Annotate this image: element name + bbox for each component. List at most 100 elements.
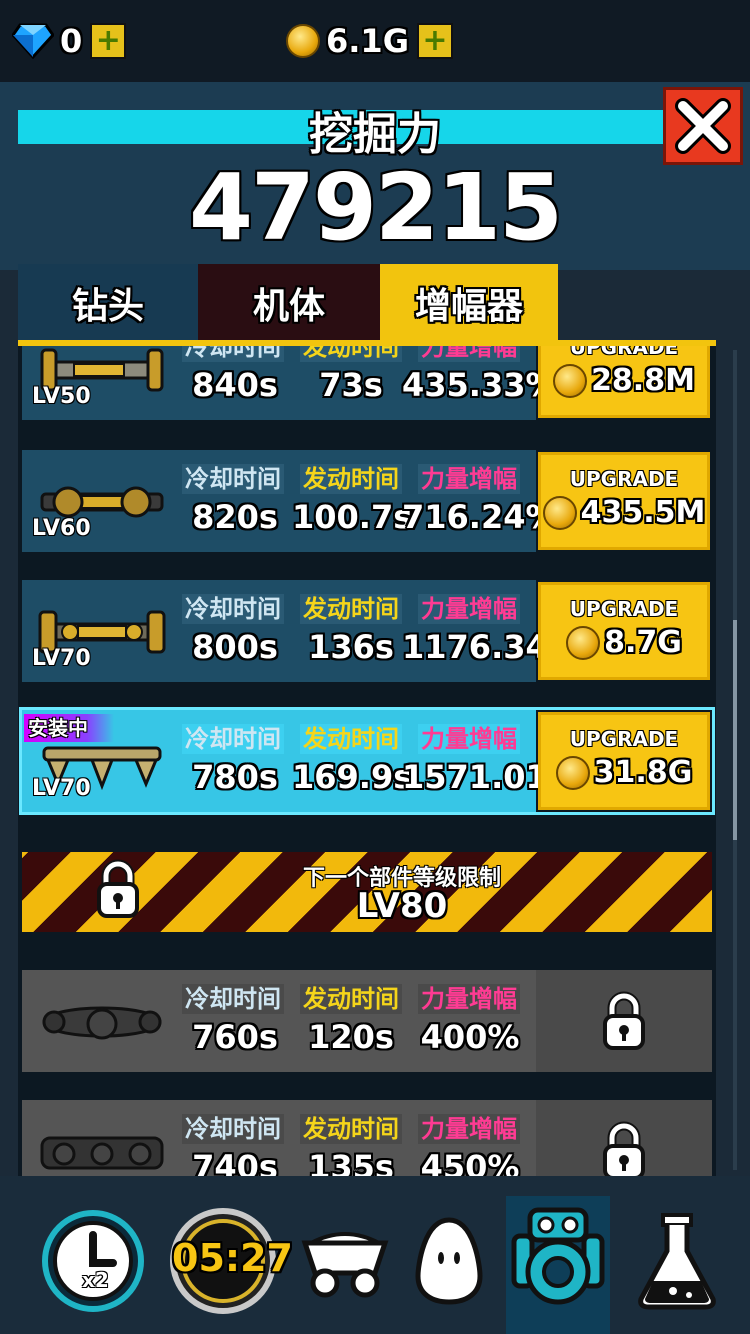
- upgrade-label: UPGRADE: [569, 467, 679, 491]
- lock-icon: [603, 991, 645, 1050]
- minecart-button[interactable]: [290, 1206, 400, 1316]
- gold-coin-icon: [553, 363, 588, 398]
- upgrade-button[interactable]: UPGRADE 8.7G: [538, 582, 710, 680]
- tab-amplifier[interactable]: 增幅器: [380, 264, 558, 342]
- upgrade-button[interactable]: UPGRADE 31.8G: [538, 712, 710, 810]
- gold-coin-icon: [555, 755, 590, 790]
- cooldown-value: 740s: [192, 1148, 278, 1176]
- activation-value: 135s: [308, 1148, 394, 1176]
- upgrade-cost: 8.7G: [604, 625, 682, 660]
- activation-value: 169.9s: [292, 758, 413, 796]
- upgrade-cost: 28.8M: [591, 363, 695, 398]
- close-icon: [675, 98, 731, 154]
- timer-button[interactable]: 05:27: [168, 1206, 293, 1316]
- gold-coin-icon: [542, 495, 577, 530]
- power-value: 450%: [420, 1148, 520, 1176]
- dig-power-value: 479215: [188, 154, 563, 261]
- part-level: LV50: [32, 384, 91, 409]
- cooldown-value: 840s: [192, 366, 278, 404]
- egg-button[interactable]: [394, 1206, 504, 1316]
- power-label: 力量增幅: [418, 1114, 520, 1144]
- close-button[interactable]: [663, 87, 743, 165]
- cooldown-label: 冷却时间: [182, 346, 284, 362]
- part-level: LV70: [32, 646, 91, 671]
- level-limit-banner: 下一个部件等级限制 LV80: [22, 852, 712, 932]
- list-item: LV70 冷却时间 发动时间 力量增幅 800s 136s 1176.34% U…: [22, 580, 712, 682]
- resource-bar: 0 + 6.1G +: [0, 0, 750, 82]
- speed-clock-icon: [42, 1210, 144, 1312]
- cooldown-label: 冷却时间: [182, 594, 284, 624]
- dig-power-header: 挖掘力 479215: [0, 82, 750, 270]
- buy-gold-button[interactable]: +: [416, 23, 453, 59]
- gold-coin-icon: [566, 625, 601, 660]
- speed-multiplier: x2: [82, 1268, 109, 1292]
- activation-label: 发动时间: [300, 346, 402, 362]
- lock-icon: [603, 1121, 645, 1176]
- cooldown-value: 760s: [192, 1018, 278, 1056]
- research-button[interactable]: [622, 1206, 732, 1316]
- gold-coin-icon: [286, 24, 320, 58]
- upgrade-cost: 435.5M: [580, 495, 706, 530]
- power-value: 716.24%: [402, 498, 558, 536]
- upgrade-button[interactable]: UPGRADE 28.8M: [538, 346, 710, 418]
- activation-label: 发动时间: [300, 464, 402, 494]
- level-limit-value: LV80: [356, 886, 448, 926]
- amplifier-list[interactable]: LV50 冷却时间 发动时间 力量增幅 840s 73s 435.33% UPG…: [18, 346, 716, 1176]
- amplifier-part-icon: [40, 1136, 164, 1170]
- cooldown-value: 800s: [192, 628, 278, 666]
- scroll-thumb[interactable]: [733, 620, 737, 840]
- activation-value: 73s: [319, 366, 383, 404]
- upgrade-button[interactable]: UPGRADE 435.5M: [538, 452, 710, 550]
- power-label: 力量增幅: [418, 984, 520, 1014]
- diamond-icon: [12, 23, 54, 59]
- upgrade-label: UPGRADE: [569, 346, 679, 359]
- activation-value: 100.7s: [292, 498, 413, 536]
- drill-machine-button[interactable]: [503, 1206, 613, 1316]
- power-value: 400%: [420, 1018, 520, 1056]
- power-value: 1571.01%: [402, 758, 580, 796]
- list-item: LV50 冷却时间 发动时间 力量增幅 840s 73s 435.33% UPG…: [22, 346, 712, 420]
- drill-machine-icon: [511, 1207, 605, 1305]
- power-value: 435.33%: [402, 366, 558, 404]
- part-level: LV70: [32, 776, 91, 801]
- cooldown-label: 冷却时间: [182, 984, 284, 1014]
- locked-slot: [536, 1100, 712, 1176]
- list-item-locked: 冷却时间 发动时间 力量增幅 740s 135s 450%: [22, 1100, 712, 1176]
- gem-amount: 0: [60, 22, 83, 60]
- cooldown-label: 冷却时间: [182, 724, 284, 754]
- page-title: 挖掘力: [309, 109, 441, 160]
- cooldown-label: 冷却时间: [182, 1114, 284, 1144]
- bottom-navigation: x2 05:27: [0, 1176, 750, 1334]
- list-item-installed: 安装中 LV70 冷却时间 发动时间 力量增幅 780s 169.9s 1571…: [19, 707, 715, 815]
- gold-amount: 6.1G: [326, 22, 409, 60]
- tab-drill[interactable]: 钻头: [18, 264, 198, 342]
- activation-value: 120s: [308, 1018, 394, 1056]
- category-tabs: 钻头 机体 增幅器: [18, 264, 558, 342]
- minecart-icon: [301, 1232, 389, 1298]
- upgrade-label: UPGRADE: [569, 727, 679, 751]
- gem-counter: 0 +: [12, 20, 127, 62]
- egg-icon: [415, 1217, 483, 1305]
- plus-icon: +: [422, 23, 448, 58]
- cooldown-label: 冷却时间: [182, 464, 284, 494]
- cooldown-value: 820s: [192, 498, 278, 536]
- tab-body[interactable]: 机体: [198, 264, 380, 342]
- power-value: 1176.34%: [402, 628, 580, 666]
- speed-boost-button[interactable]: x2: [38, 1206, 148, 1316]
- activation-value: 136s: [308, 628, 394, 666]
- buy-gems-button[interactable]: +: [90, 23, 127, 59]
- timer-text: 05:27: [172, 1236, 293, 1280]
- gold-counter: 6.1G +: [286, 20, 453, 62]
- power-label: 力量增幅: [418, 724, 520, 754]
- flask-icon: [638, 1213, 716, 1310]
- power-label: 力量增幅: [418, 594, 520, 624]
- power-label: 力量增幅: [418, 346, 520, 362]
- amplifier-part-icon: [42, 1006, 162, 1040]
- power-label: 力量增幅: [418, 464, 520, 494]
- plus-icon: +: [95, 23, 121, 58]
- cooldown-value: 780s: [192, 758, 278, 796]
- upgrade-cost: 31.8G: [593, 755, 693, 790]
- list-item-locked: 冷却时间 发动时间 力量增幅 760s 120s 400%: [22, 970, 712, 1072]
- activation-label: 发动时间: [300, 984, 402, 1014]
- activation-label: 发动时间: [300, 594, 402, 624]
